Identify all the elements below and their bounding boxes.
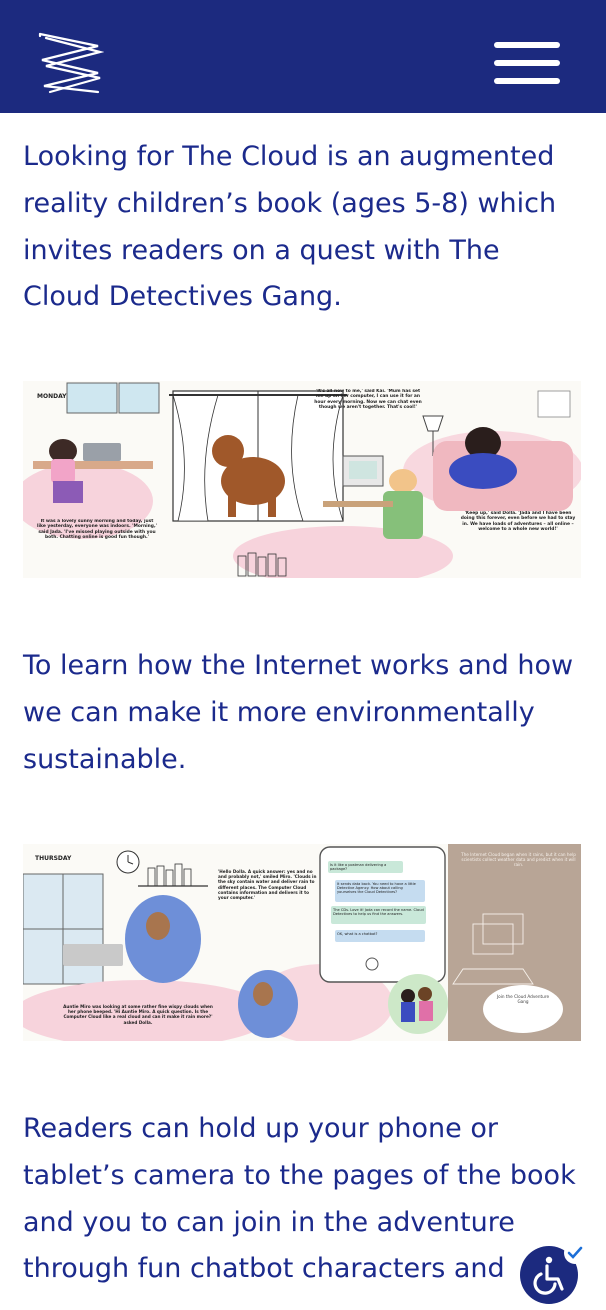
adventure-gang-badge: Join the Cloud Adventure Gang [496, 994, 550, 1005]
chat-message-2: It sends data back. You need to have a l… [337, 882, 416, 894]
caption-left: It was a lovely sunny morning and today,… [37, 519, 157, 541]
accessibility-wheelchair-icon[interactable] [520, 1242, 586, 1304]
hamburger-menu-icon[interactable] [494, 42, 560, 86]
zigzag-logo-icon[interactable] [36, 30, 104, 96]
intro-paragraph: Looking for The Cloud is an augmented re… [23, 141, 557, 313]
day-label-monday: MONDAY [37, 393, 67, 400]
purpose-paragraph: To learn how the Internet works and how … [23, 650, 574, 775]
chat-message-1: Is it like a postman delivering a packag… [330, 863, 387, 871]
book-spread-monday-illustration: MONDAY It was a lovely sunny morning and… [23, 381, 581, 578]
site-header [0, 0, 606, 113]
caption-middle: 'Hello Dolla. A quick answer: yes and no… [218, 869, 317, 901]
check-icon [564, 1242, 586, 1264]
chat-message-4: OK, what is a chatbot? [337, 932, 378, 936]
ar-paragraph: Readers can hold up your phone or tablet… [23, 1113, 576, 1285]
chat-message-3: The CDs. Love it! Jada can record the na… [333, 908, 424, 916]
caption-middle: 'It's all new to me,' said Kai. 'Mum has… [314, 389, 422, 411]
caption-left: Auntie Miro was looking at some rather f… [63, 1004, 213, 1025]
book-spread-thursday-illustration: THURSDAY Is it like a postman delivering… [23, 844, 581, 1041]
day-label-thursday: THURSDAY [35, 855, 72, 862]
side-text: The Internet Cloud began when it rains, … [461, 852, 576, 868]
caption-right: 'Keep up,' said Dolla. 'Jada and I have … [460, 511, 576, 533]
